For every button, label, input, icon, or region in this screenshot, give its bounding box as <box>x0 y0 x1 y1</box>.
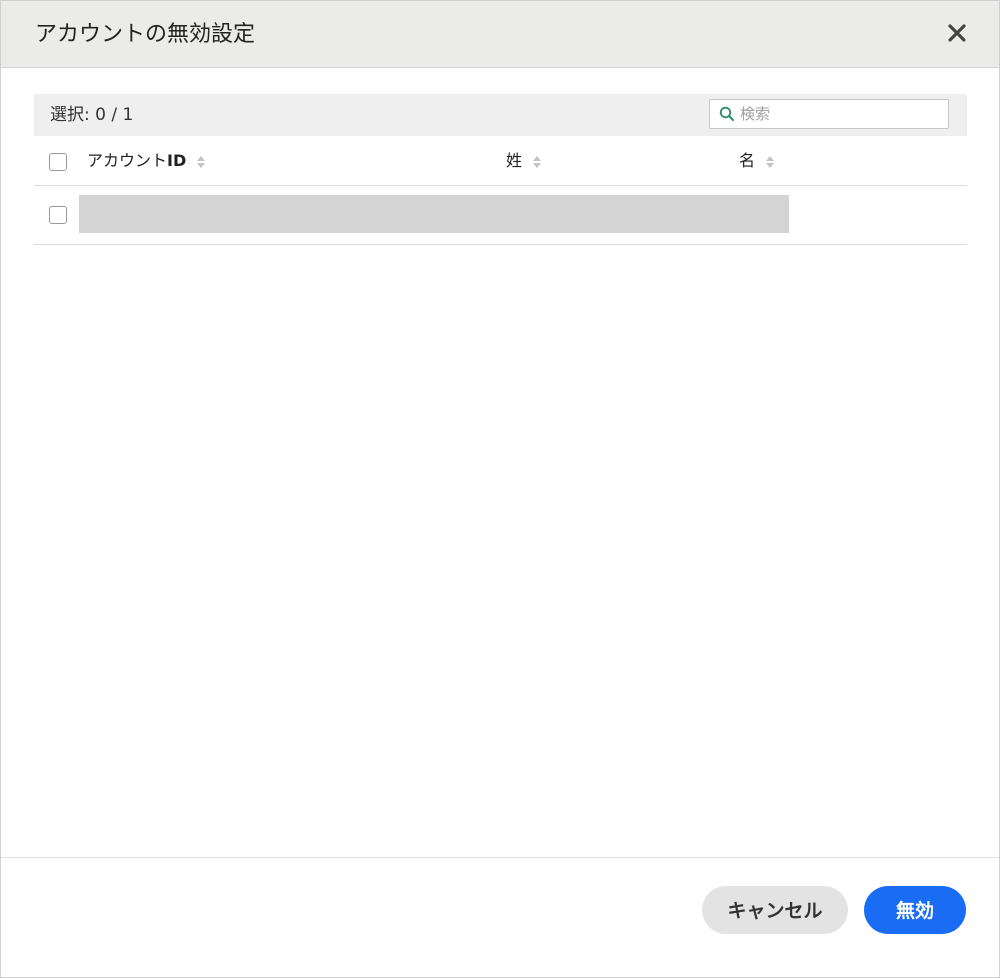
table-toolbar: 選択: 0 / 1 <box>34 94 967 136</box>
selection-count: 選択: 0 / 1 <box>50 105 134 125</box>
sort-icon[interactable] <box>532 154 542 170</box>
search-icon <box>719 106 734 121</box>
column-header-account-id[interactable]: アカウントID <box>87 151 206 171</box>
cancel-button[interactable]: キャンセル <box>702 886 848 934</box>
search-box[interactable] <box>709 99 949 129</box>
table-row[interactable] <box>34 186 967 245</box>
column-label: アカウント <box>87 151 168 170</box>
dialog-header: アカウントの無効設定 <box>1 1 999 68</box>
table-header: アカウントID 姓 名 <box>34 137 967 186</box>
column-label: 姓 <box>506 151 523 170</box>
close-icon <box>948 24 966 42</box>
disable-account-dialog: アカウントの無効設定 選択: 0 / 1 アカウントID 姓 <box>0 0 1000 978</box>
search-input[interactable] <box>740 103 940 125</box>
row-checkbox[interactable] <box>49 206 67 224</box>
redacted-row-content <box>79 195 789 233</box>
dialog-footer: キャンセル 無効 <box>1 857 999 978</box>
close-button[interactable] <box>939 15 975 51</box>
column-header-last-name[interactable]: 姓 <box>506 151 542 171</box>
sort-icon[interactable] <box>765 154 775 170</box>
select-all-checkbox[interactable] <box>49 153 67 171</box>
dialog-title: アカウントの無効設定 <box>35 22 256 47</box>
disable-button[interactable]: 無効 <box>864 886 966 934</box>
sort-icon[interactable] <box>196 154 206 170</box>
column-label: 名 <box>739 151 756 170</box>
column-header-first-name[interactable]: 名 <box>739 151 775 171</box>
column-label-suffix: ID <box>167 151 187 170</box>
